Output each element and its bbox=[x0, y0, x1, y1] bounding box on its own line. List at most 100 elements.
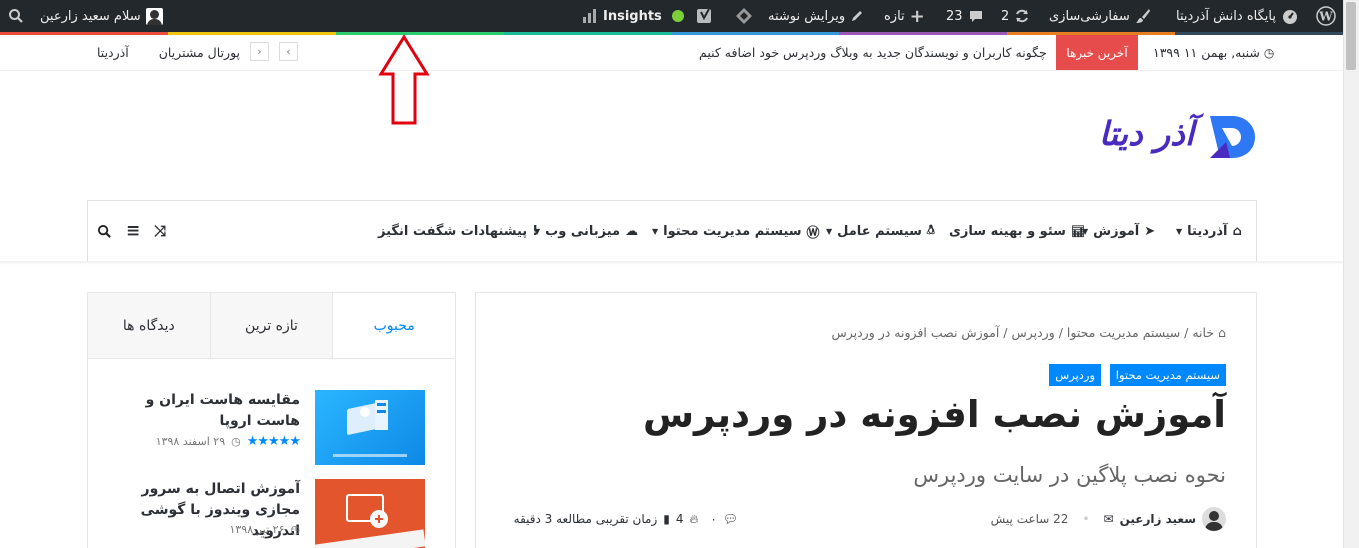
updates-link[interactable]: 2 bbox=[1001, 0, 1030, 32]
updates-count: 2 bbox=[1001, 8, 1010, 24]
main-navigation: ≡ ⤨ ! پیشنهادات شگفت انگیز ☁ میزبانی وب ▼ Ⓦ… bbox=[87, 200, 1257, 262]
search-toggle[interactable] bbox=[97, 201, 112, 261]
bar-chart-icon bbox=[583, 9, 596, 23]
hamburger-icon: ≡ bbox=[126, 221, 141, 241]
search-button[interactable] bbox=[8, 0, 24, 32]
home-icon: ⌂ bbox=[1232, 223, 1242, 239]
post-time: 22 ساعت پیش bbox=[990, 512, 1069, 526]
nav-item-special-offers[interactable]: ! پیشنهادات شگفت انگیز bbox=[378, 201, 538, 261]
edit-post-link[interactable]: ویرایش نوشته bbox=[768, 0, 864, 32]
wordpress-icon: Ⓦ bbox=[806, 225, 820, 241]
tab-recent[interactable]: تازه ترین bbox=[209, 293, 333, 358]
nav-item-label: سیستم مدیریت محتوا bbox=[663, 223, 802, 239]
category-badge[interactable]: وردپرس bbox=[1049, 364, 1101, 386]
customize-link[interactable]: سفارشی‌سازی bbox=[1049, 0, 1151, 32]
nav-shadow bbox=[0, 261, 1343, 265]
site-logo[interactable]: آذر دیتا bbox=[1080, 112, 1260, 164]
top-bar: پورتال مشتریان آذردیتا چگونه کاربران و ن… bbox=[0, 35, 1343, 71]
customize-label: سفارشی‌سازی bbox=[1049, 8, 1130, 24]
server-laptop-illustration bbox=[333, 400, 407, 457]
nav-item-cms[interactable]: Ⓦ سیستم مدیریت محتوا ▼ bbox=[652, 201, 820, 261]
post-stats: 💬︎ ۰ 🔥︎ 4 ▮ زمان تقریبی مطالعه 3 دقیقه bbox=[514, 507, 738, 531]
sidebar-tabs-widget: محبوب تازه ترین دیدگاه ها مقایسه هاست ای… bbox=[87, 292, 456, 548]
chevron-down-icon: ▼ bbox=[826, 226, 833, 236]
brush-icon bbox=[1135, 9, 1150, 23]
plus-icon: + bbox=[909, 5, 925, 27]
comment-count[interactable]: ۰ bbox=[710, 512, 716, 526]
status-dot-icon bbox=[672, 10, 684, 22]
site-name: پایگاه دانش آذردیتا bbox=[1176, 8, 1276, 24]
clock-icon: ◷ bbox=[231, 435, 241, 448]
nav-item-seo[interactable]: 📊︎ سئو و بهینه سازی bbox=[949, 201, 1085, 261]
insights-label: Insights bbox=[603, 8, 662, 24]
post-thumbnail[interactable] bbox=[315, 390, 425, 465]
scrollbar-thumb[interactable] bbox=[1346, 2, 1356, 70]
reading-time: زمان تقریبی مطالعه 3 دقیقه bbox=[513, 512, 658, 526]
seo-status-dot[interactable] bbox=[672, 0, 684, 32]
yoast-menu[interactable] bbox=[696, 0, 714, 32]
nav-item-label: سیستم عامل bbox=[837, 223, 922, 239]
tab-popular[interactable]: محبوب bbox=[332, 293, 455, 358]
nav-item-os[interactable]: 🐧︎ سیستم عامل ▼ bbox=[826, 201, 935, 261]
comment-bubbles-icon: 💬︎ bbox=[722, 512, 738, 526]
post-title[interactable]: مقایسه هاست ایران و هاست اروپا bbox=[120, 390, 300, 432]
chevron-down-icon: ▼ bbox=[652, 226, 659, 236]
category-badge[interactable]: سیستم مدیریت محتوا bbox=[1109, 364, 1226, 386]
customer-portal-link[interactable]: پورتال مشتریان bbox=[159, 45, 240, 60]
site-name-link[interactable]: پایگاه دانش آذردیتا bbox=[1176, 0, 1299, 32]
bookmark-icon: ▮ bbox=[663, 512, 670, 526]
search-icon bbox=[9, 9, 23, 23]
menu-toggle[interactable]: ≡ bbox=[126, 201, 140, 261]
news-next-button[interactable]: › bbox=[250, 42, 269, 61]
vertical-scrollbar[interactable] bbox=[1343, 0, 1359, 548]
envelope-icon[interactable]: ✉ bbox=[1104, 512, 1114, 526]
logo-text: آذر دیتا bbox=[1098, 114, 1194, 153]
nav-item-hosting[interactable]: ☁ میزبانی وب ▼ bbox=[534, 201, 638, 261]
yoast-icon bbox=[697, 8, 711, 23]
nav-item-home[interactable]: ⌂ آذردیتا ▼ bbox=[1176, 201, 1242, 261]
wordpress-menu[interactable]: W bbox=[1316, 0, 1336, 32]
diamond-icon bbox=[736, 8, 752, 24]
tab-comments[interactable]: دیدگاه ها bbox=[87, 293, 210, 358]
date-text: شنبه, بهمن ۱۱ ۱۳۹۹ bbox=[1153, 45, 1260, 60]
nav-item-label: پیشنهادات شگفت انگیز bbox=[378, 223, 528, 239]
post-thumbnail[interactable] bbox=[314, 479, 426, 548]
nav-item-tutorials[interactable]: ➤ آموزش ▼ bbox=[1082, 201, 1155, 261]
news-prev-button[interactable]: ‹ bbox=[279, 42, 298, 61]
red-arrow-annotation bbox=[378, 34, 430, 125]
chevron-down-icon: ▼ bbox=[1176, 226, 1183, 236]
article-title: آموزش نصب افزونه در وردپرس bbox=[643, 393, 1226, 436]
breaking-news-text[interactable]: چگونه کاربران و نویسندگان جدید به وبلاگ … bbox=[699, 35, 1047, 70]
post-date: ۲۹ اسفند ۱۳۹۸ bbox=[155, 435, 226, 448]
article-container: ⌂ خانه / سیستم مدیریت محتوا / وردپرس / آ… bbox=[475, 292, 1257, 548]
new-label: تازه bbox=[884, 8, 905, 24]
fire-icon: 🔥︎ bbox=[689, 511, 699, 526]
my-account[interactable]: سلام سعید زارعین bbox=[40, 0, 163, 32]
dashboard-gauge-icon bbox=[1282, 10, 1297, 24]
azardata-link[interactable]: آذردیتا bbox=[97, 45, 129, 60]
chevron-down-icon: ▼ bbox=[534, 226, 541, 236]
clock-icon: ◷ bbox=[290, 523, 300, 536]
svg-text:W: W bbox=[1318, 10, 1333, 24]
author-avatar[interactable] bbox=[1202, 507, 1226, 531]
diamond-menu[interactable] bbox=[735, 0, 753, 32]
pencil-icon bbox=[852, 11, 863, 21]
insights-menu[interactable]: Insights bbox=[582, 0, 662, 32]
view-count: 4 bbox=[675, 512, 684, 526]
comments-link[interactable]: 23 bbox=[946, 0, 984, 32]
new-content-menu[interactable]: + تازه bbox=[884, 0, 925, 32]
nav-item-label: آموزش bbox=[1093, 223, 1140, 239]
comment-icon bbox=[969, 11, 982, 22]
clock-icon: ◷ bbox=[1263, 45, 1275, 60]
author-name[interactable]: سعید زارعین bbox=[1120, 512, 1196, 526]
nav-item-label: میزبانی وب bbox=[545, 223, 621, 239]
breadcrumb-text[interactable]: خانه / سیستم مدیریت محتوا / وردپرس / آمو… bbox=[831, 325, 1214, 340]
greeting-text: سلام سعید زارعین bbox=[40, 8, 141, 24]
nav-item-label: سئو و بهینه سازی bbox=[949, 223, 1066, 239]
comments-count: 23 bbox=[946, 8, 963, 24]
chevron-down-icon: ▼ bbox=[1082, 226, 1089, 236]
refresh-icon bbox=[1016, 9, 1029, 23]
random-post-button[interactable]: ⤨ bbox=[154, 201, 166, 261]
paper-plane-icon: ➤ bbox=[1144, 223, 1156, 239]
shuffle-icon: ⤨ bbox=[154, 222, 167, 240]
